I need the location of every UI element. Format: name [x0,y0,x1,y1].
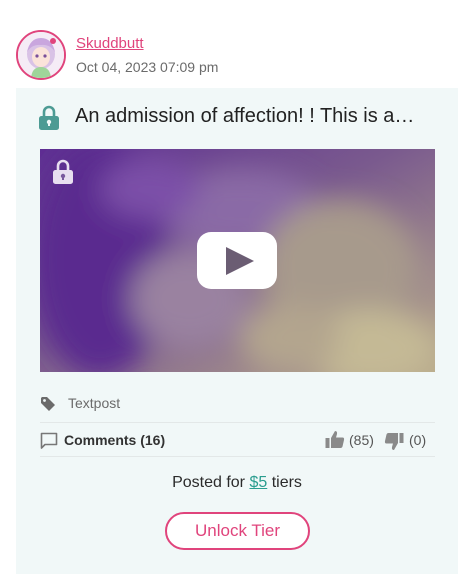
post-title-row: An admission of affection! ! This is a… [38,103,438,133]
thumbs-up-icon[interactable] [325,430,345,454]
post-actions: Comments (16) (85) (0) [40,429,435,453]
posted-suffix: tiers [267,474,302,491]
posted-for-text: Posted for $5 tiers [16,474,458,492]
video-preview[interactable] [40,149,435,372]
tag-row: Textpost [40,394,340,414]
unlock-tier-button[interactable]: Unlock Tier [165,512,310,550]
tier-price-link[interactable]: $5 [249,474,267,491]
divider [40,456,435,457]
comments-link[interactable]: Comments (16) [64,432,165,448]
thumbs-down-icon[interactable] [384,432,404,456]
lock-icon [38,105,60,136]
post-date: Oct 04, 2023 07:09 pm [76,59,219,75]
tag-icon [40,396,56,417]
post-header: Skuddbutt Oct 04, 2023 07:09 pm [16,30,458,82]
avatar[interactable] [16,30,66,80]
post-card: An admission of affection! ! This is a… [16,88,458,574]
posted-prefix: Posted for [172,474,250,491]
avatar-image [18,32,64,78]
comment-icon[interactable] [40,432,58,455]
post-title[interactable]: An admission of affection! ! This is a… [75,105,443,128]
play-button[interactable] [197,232,277,289]
dislike-count: (0) [409,432,427,448]
author-link[interactable]: Skuddbutt [76,35,144,52]
divider [40,422,435,423]
lock-icon [52,159,74,190]
reactions: (85) (0) [325,429,435,453]
play-icon [226,247,254,275]
tag-textpost[interactable]: Textpost [68,395,120,411]
like-count: (85) [349,432,374,448]
